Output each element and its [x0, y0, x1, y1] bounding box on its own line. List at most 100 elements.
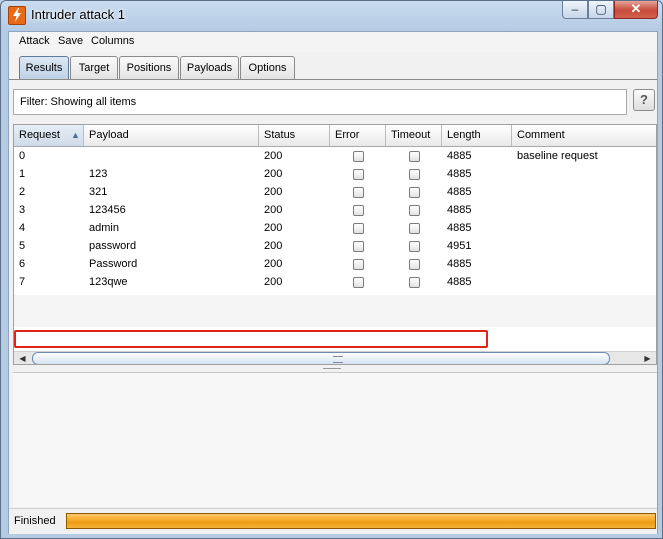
timeout-checkbox — [409, 205, 420, 216]
title-bar[interactable]: Intruder attack 1 – ▢ ✕ — [1, 1, 662, 31]
tab-target[interactable]: Target — [70, 56, 118, 79]
maximize-button[interactable]: ▢ — [588, 1, 614, 19]
timeout-checkbox — [409, 187, 420, 198]
error-checkbox — [353, 277, 364, 288]
progress-fill — [67, 514, 655, 528]
cell-request: 3 — [19, 204, 26, 216]
close-button[interactable]: ✕ — [614, 1, 658, 19]
error-checkbox — [353, 169, 364, 180]
cell-status: 200 — [264, 276, 283, 288]
scroll-thumb[interactable] — [32, 352, 610, 364]
filter-label: Filter: Showing all items — [20, 96, 137, 108]
cell-status: 200 — [264, 204, 283, 216]
table-row[interactable]: 0 200 4885 baseline request — [14, 147, 656, 165]
tab-options[interactable]: Options — [240, 56, 295, 79]
cell-request: 0 — [19, 150, 26, 162]
cell-request: 4 — [19, 222, 26, 234]
column-label-request: Request — [19, 129, 60, 141]
table-body: 0 200 4885 baseline request 1 123 200 48… — [14, 147, 656, 299]
cell-payload: 321 — [89, 186, 108, 198]
column-header-request[interactable]: Request ▲ — [14, 125, 84, 146]
menu-bar: Attack Save Columns — [9, 32, 657, 52]
status-bar: Finished — [9, 508, 657, 534]
cell-status: 200 — [264, 222, 283, 234]
timeout-checkbox — [409, 151, 420, 162]
scroll-left-icon[interactable]: ◀ — [16, 352, 29, 364]
column-header-error[interactable]: Error — [330, 125, 386, 146]
tab-positions[interactable]: Positions — [119, 56, 179, 79]
column-header-payload[interactable]: Payload — [84, 125, 259, 146]
table-header: Request ▲ Payload Status Error Timeout L… — [14, 125, 656, 147]
window-title: Intruder attack 1 — [31, 7, 125, 22]
timeout-checkbox — [409, 259, 420, 270]
cell-status: 200 — [264, 168, 283, 180]
cell-status: 200 — [264, 150, 283, 162]
caption-buttons: – ▢ ✕ — [562, 1, 658, 21]
help-button[interactable]: ? — [633, 89, 655, 111]
cell-length: 4885 — [447, 204, 472, 216]
error-checkbox — [353, 187, 364, 198]
cell-request: 7 — [19, 276, 26, 288]
column-header-comment[interactable]: Comment — [512, 125, 656, 146]
scroll-right-icon[interactable]: ▶ — [641, 352, 654, 364]
results-table: Request ▲ Payload Status Error Timeout L… — [13, 124, 657, 365]
client-area: Attack Save Columns Results Target Posit… — [8, 31, 658, 534]
sort-ascending-icon: ▲ — [71, 130, 80, 140]
close-icon: ✕ — [630, 1, 642, 16]
cell-payload: Password — [89, 258, 138, 270]
table-row[interactable]: 7 123qwe 200 4885 — [14, 273, 656, 291]
error-checkbox — [353, 151, 364, 162]
cell-request: 1 — [19, 168, 26, 180]
table-row[interactable]: 5 password 200 4951 — [14, 237, 656, 255]
cell-payload: password — [89, 240, 137, 252]
cell-length: 4885 — [447, 222, 472, 234]
menu-save[interactable]: Save — [58, 35, 83, 47]
cell-payload: 123456 — [89, 204, 126, 216]
tab-payloads[interactable]: Payloads — [180, 56, 239, 79]
cell-status: 200 — [264, 240, 283, 252]
cell-comment: baseline request — [517, 150, 598, 162]
cell-status: 200 — [264, 186, 283, 198]
maximize-icon: ▢ — [595, 2, 607, 16]
timeout-checkbox — [409, 169, 420, 180]
table-row[interactable]: 4 admin 200 4885 — [14, 219, 656, 237]
error-checkbox — [353, 205, 364, 216]
cell-request: 5 — [19, 240, 26, 252]
minimize-icon: – — [571, 2, 579, 16]
error-checkbox — [353, 241, 364, 252]
error-checkbox — [353, 259, 364, 270]
menu-attack[interactable]: Attack — [19, 35, 50, 47]
cell-length: 4885 — [447, 258, 472, 270]
cell-length: 4885 — [447, 150, 472, 162]
cell-payload: 123qwe — [89, 276, 128, 288]
table-row[interactable]: 6 Password 200 4885 — [14, 255, 656, 273]
menu-columns[interactable]: Columns — [91, 35, 134, 47]
intruder-window: Intruder attack 1 – ▢ ✕ Attack Save Colu… — [0, 0, 663, 539]
cell-request: 6 — [19, 258, 26, 270]
cell-payload: admin — [89, 222, 119, 234]
scroll-grip-icon — [333, 356, 343, 363]
column-header-length[interactable]: Length — [442, 125, 512, 146]
cell-request: 2 — [19, 186, 26, 198]
status-text: Finished — [14, 515, 56, 527]
tab-results[interactable]: Results — [19, 56, 69, 80]
cell-length: 4951 — [447, 240, 472, 252]
horizontal-scrollbar[interactable]: ◀ ▶ — [14, 351, 656, 364]
column-header-status[interactable]: Status — [259, 125, 330, 146]
minimize-button[interactable]: – — [562, 1, 588, 19]
cell-length: 4885 — [447, 168, 472, 180]
timeout-checkbox — [409, 241, 420, 252]
burp-lightning-icon — [8, 6, 26, 25]
tab-divider — [9, 79, 657, 80]
column-header-timeout[interactable]: Timeout — [386, 125, 442, 146]
table-row[interactable]: 1 123 200 4885 — [14, 165, 656, 183]
table-row[interactable]: 2 321 200 4885 — [14, 183, 656, 201]
error-checkbox — [353, 223, 364, 234]
cell-length: 4885 — [447, 186, 472, 198]
table-row[interactable]: 3 123456 200 4885 — [14, 201, 656, 219]
cell-length: 4885 — [447, 276, 472, 288]
filter-bar[interactable]: Filter: Showing all items — [13, 89, 627, 115]
table-empty-area — [14, 295, 656, 327]
highlight-annotation — [14, 330, 488, 348]
progress-bar — [66, 513, 656, 529]
